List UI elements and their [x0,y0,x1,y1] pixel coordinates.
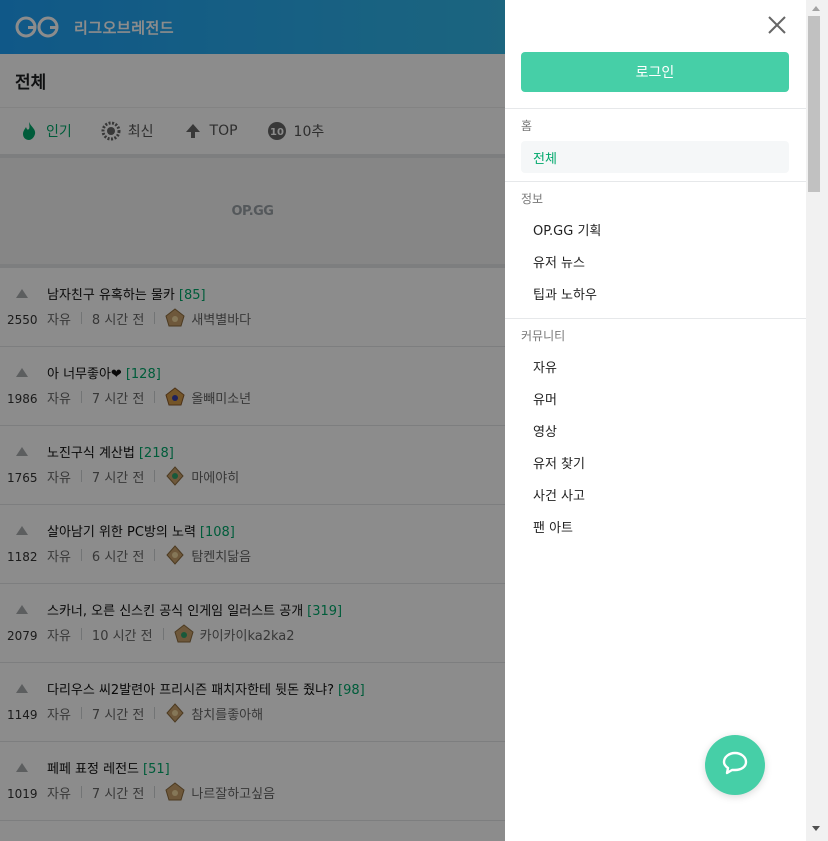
scroll-up-arrow-icon[interactable] [812,6,820,11]
menu-item-tips[interactable]: 팁과 노하우 [521,277,789,309]
divider [505,108,806,109]
divider [505,181,806,182]
menu-item-humor[interactable]: 유머 [521,382,789,414]
scrollbar[interactable] [806,0,828,841]
section-label-home: 홈 [521,119,533,133]
section-label-info: 정보 [521,192,544,206]
chat-button[interactable] [705,735,765,795]
menu-item-free[interactable]: 자유 [521,350,789,382]
scrollbar-thumb[interactable] [808,16,820,192]
login-button[interactable]: 로그인 [521,52,789,92]
modal-overlay[interactable] [0,0,505,841]
side-drawer: 로그인 홈 전체 정보 OP.GG 기획 유저 뉴스 팁과 노하우 커뮤니티 자… [505,0,806,841]
divider [505,318,806,319]
chat-bubble-icon [722,751,748,779]
menu-item-video[interactable]: 영상 [521,414,789,446]
section-label-community: 커뮤니티 [521,329,566,343]
menu-item-find-user[interactable]: 유저 찾기 [521,446,789,478]
scroll-down-arrow-icon[interactable] [812,826,820,831]
close-icon[interactable] [766,14,788,36]
menu-item-user-news[interactable]: 유저 뉴스 [521,245,789,277]
menu-item-fan-art[interactable]: 팬 아트 [521,510,789,542]
menu-item-all[interactable]: 전체 [521,141,789,173]
menu-item-opgg-feature[interactable]: OP.GG 기획 [521,213,789,245]
menu-item-incidents[interactable]: 사건 사고 [521,478,789,510]
